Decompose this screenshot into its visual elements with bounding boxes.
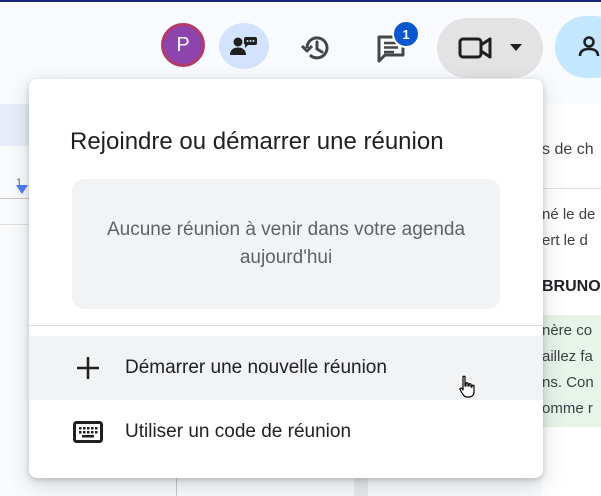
present-to-chat-button[interactable] (219, 23, 269, 69)
empty-meetings-text: Aucune réunion à venir dans votre agenda… (106, 219, 466, 268)
side-panel-divider (542, 188, 601, 189)
plus-icon (71, 351, 105, 385)
keyboard-icon (71, 415, 105, 449)
caret-down-icon (510, 44, 522, 51)
popup-divider (29, 325, 543, 326)
avatar-initial: P (176, 33, 190, 56)
start-new-meeting-label: Démarrer une nouvelle réunion (125, 357, 387, 378)
side-panel-suggestion-line: aillez fa (542, 348, 593, 365)
share-people-icon (578, 36, 600, 57)
history-icon (300, 36, 329, 60)
user-avatar[interactable]: P (161, 23, 205, 67)
use-meeting-code-item[interactable]: Utiliser un code de réunion (29, 400, 543, 464)
popup-title: Rejoindre ou démarrer une réunion (70, 128, 444, 155)
present-to-chat-icon (230, 37, 257, 55)
hand-cursor-icon (459, 375, 475, 398)
use-meeting-code-label: Utiliser un code de réunion (125, 421, 352, 442)
meet-popup: Rejoindre ou démarrer une réunion Aucune… (29, 79, 543, 478)
side-panel-line: ert le d (542, 232, 588, 249)
side-panel-suggestion-line: nère co (542, 322, 593, 339)
side-panel-author: BRUNO (542, 278, 601, 295)
ruler-indent-marker[interactable] (16, 185, 28, 194)
empty-meetings-box: Aucune réunion à venir dans votre agenda… (72, 179, 500, 309)
comments-count-badge: 1 (392, 20, 420, 48)
side-panel-header: s de ch (542, 141, 594, 158)
version-history-button[interactable] (293, 25, 339, 71)
side-panel-line: né le de (542, 206, 596, 223)
side-panel-suggestion-line: omme r (542, 400, 593, 417)
side-panel-suggestion-line: ns. Con (542, 374, 594, 391)
side-panel: s de ch né le de ert le d BRUNO nère co … (542, 104, 601, 496)
meet-button[interactable] (437, 18, 543, 78)
video-camera-icon (458, 37, 492, 59)
